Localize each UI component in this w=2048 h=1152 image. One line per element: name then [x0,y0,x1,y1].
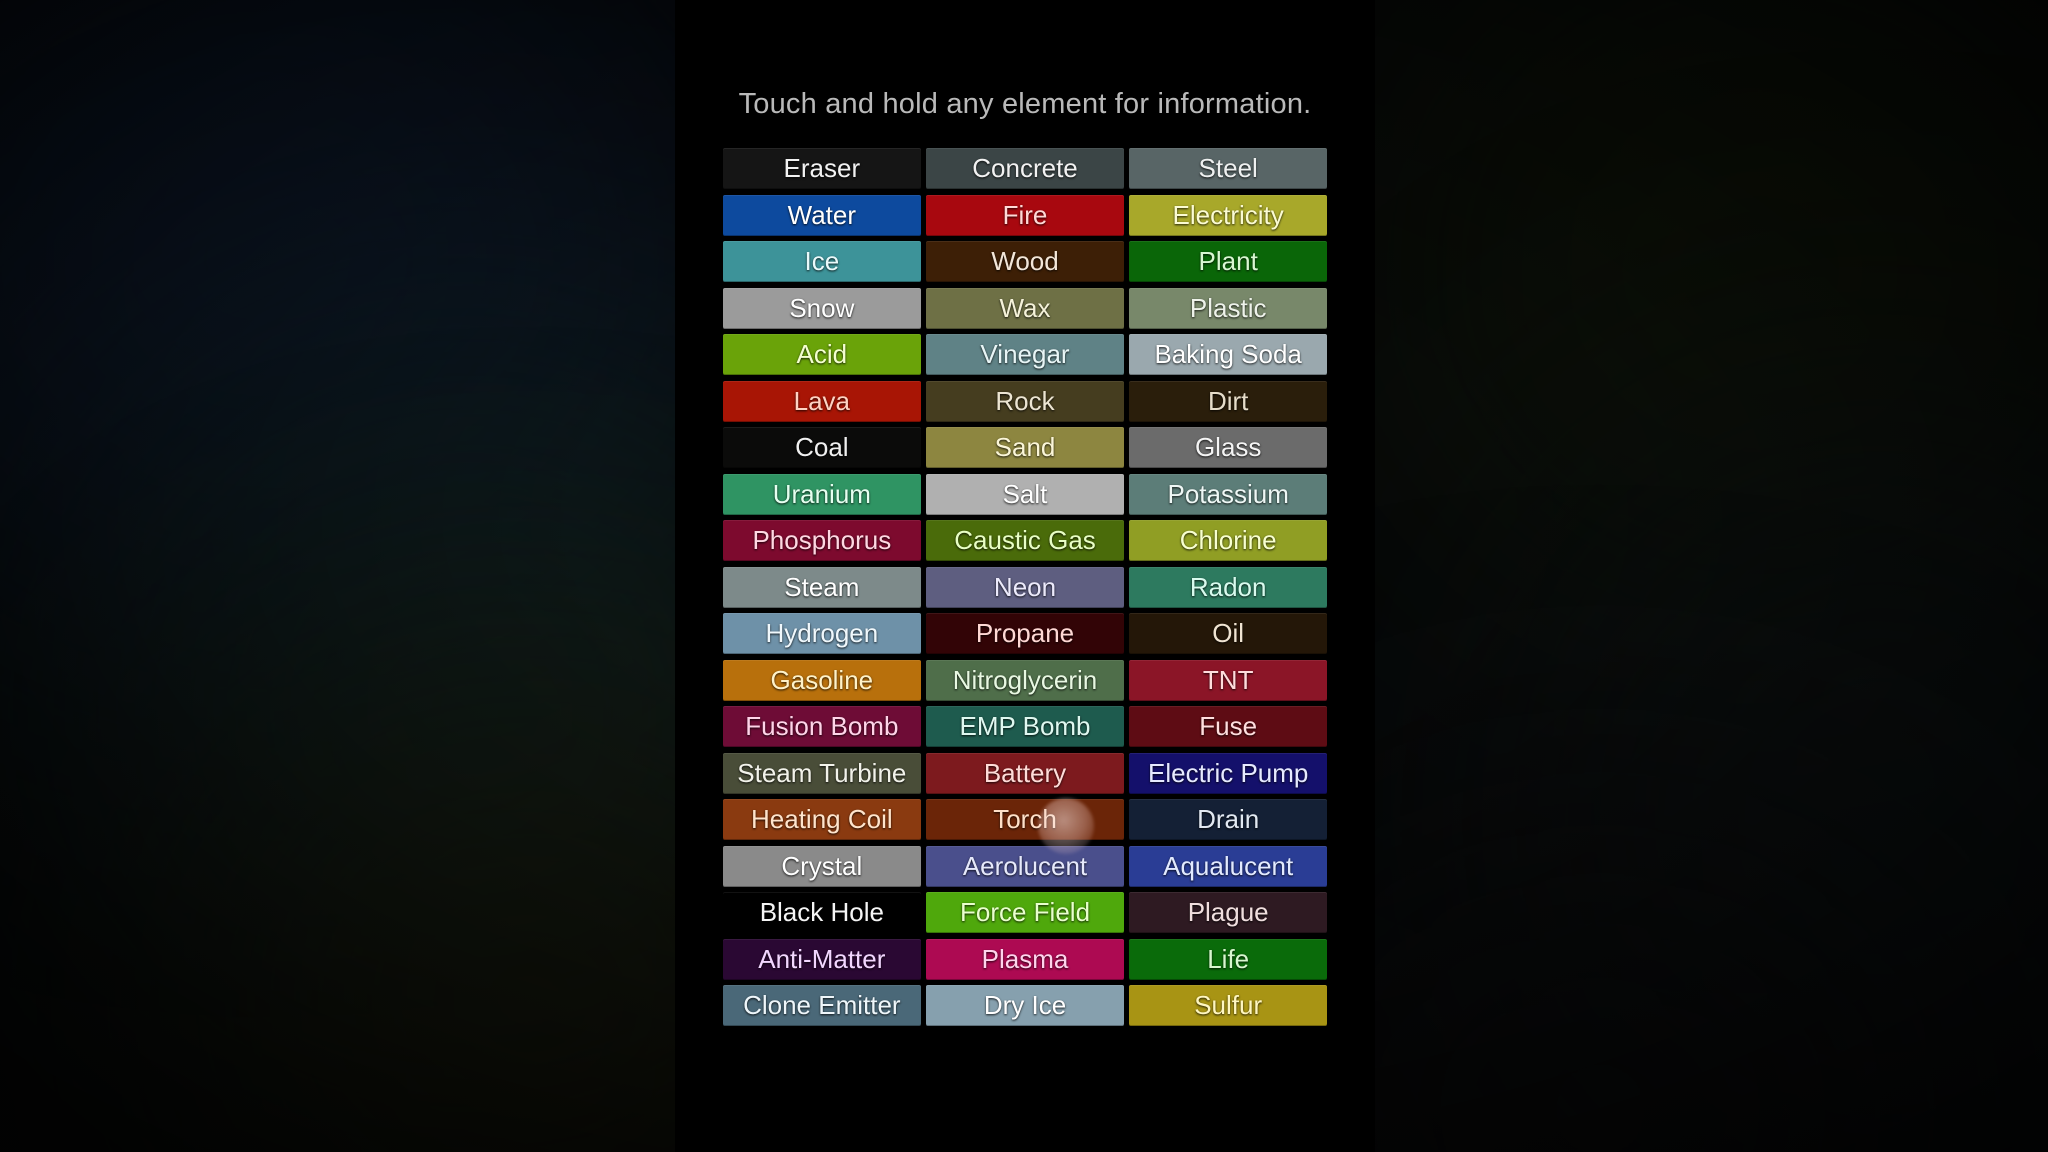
element-row: Coal Sand Glass [723,427,1328,468]
element-row: Clone Emitter Dry Ice Sulfur [723,985,1328,1026]
element-button[interactable]: Water [723,194,921,236]
element-button[interactable]: Drain [1129,799,1328,840]
element-row: Phosphorus Caustic Gas Chlorine [723,520,1328,561]
element-button[interactable]: Torch [926,799,1124,840]
element-button[interactable]: Propane [926,613,1124,654]
element-grid: Eraser Concrete Steel Water Fire Electricity I… [723,148,1328,1026]
element-button[interactable]: Electricity [1129,194,1328,236]
element-row: Hydrogen Propane Oil [723,613,1328,654]
element-button[interactable]: Baking Soda [1129,334,1328,375]
element-row: Crystal Aerolucent Aqualucent [723,845,1328,887]
panel-left-edge [675,0,677,1152]
element-row: Ice Wood Plant [723,241,1328,282]
element-row: Anti-Matter Plasma Life [723,938,1328,980]
element-button[interactable]: Steam Turbine [723,752,921,794]
element-button[interactable]: Fusion Bomb [723,706,921,747]
element-button[interactable]: Life [1129,938,1328,980]
element-button[interactable]: Black Hole [723,892,921,933]
element-button[interactable]: Aerolucent [926,845,1124,887]
element-button[interactable]: Plastic [1129,287,1328,329]
element-button[interactable]: Clone Emitter [723,985,921,1026]
element-button[interactable]: Lava [723,380,921,422]
element-button[interactable]: Ice [723,241,921,282]
element-button[interactable]: Sand [926,427,1124,468]
element-button[interactable]: Neon [926,566,1124,608]
element-button[interactable]: Fire [926,194,1124,236]
element-button[interactable]: Radon [1129,566,1328,608]
element-button[interactable]: Potassium [1129,473,1328,515]
element-button[interactable]: Phosphorus [723,520,921,561]
element-button[interactable]: Fuse [1129,706,1328,747]
element-button[interactable]: Coal [723,427,921,468]
element-button[interactable]: Acid [723,334,921,375]
element-button[interactable]: Uranium [723,473,921,515]
element-button[interactable]: TNT [1129,659,1328,701]
element-row: Steam Neon Radon [723,566,1328,608]
app-screen: Touch and hold any element for informati… [0,0,2048,1152]
element-button[interactable]: Oil [1129,613,1328,654]
element-row: Snow Wax Plastic [723,287,1328,329]
element-button[interactable]: Vinegar [926,334,1124,375]
element-button[interactable]: Steel [1129,148,1328,189]
element-row: Gasoline Nitroglycerin TNT [723,659,1328,701]
element-row: Steam Turbine Battery Electric Pump [723,752,1328,794]
element-row: Water Fire Electricity [723,194,1328,236]
element-button[interactable]: Glass [1129,427,1328,468]
element-button[interactable]: Plague [1129,892,1328,933]
element-button[interactable]: Salt [926,473,1124,515]
element-row: Uranium Salt Potassium [723,473,1328,515]
element-button[interactable]: Anti-Matter [723,938,921,980]
element-button[interactable]: Wax [926,287,1124,329]
element-button[interactable]: Chlorine [1129,520,1328,561]
element-button[interactable]: Eraser [723,148,921,189]
element-button[interactable]: Wood [926,241,1124,282]
element-button[interactable]: Sulfur [1129,985,1328,1026]
element-button[interactable]: Heating Coil [723,799,921,840]
element-button[interactable]: Rock [926,380,1124,422]
element-button[interactable]: Dry Ice [926,985,1124,1026]
element-button[interactable]: EMP Bomb [926,706,1124,747]
element-button[interactable]: Plasma [926,938,1124,980]
element-button[interactable]: Concrete [926,148,1124,189]
element-button[interactable]: Plant [1129,241,1328,282]
element-row: Lava Rock Dirt [723,380,1328,422]
instruction-hint: Touch and hold any element for informati… [738,88,1312,120]
element-button[interactable]: Battery [926,752,1124,794]
element-button[interactable]: Snow [723,287,921,329]
element-button[interactable]: Hydrogen [723,613,921,654]
element-button[interactable]: Electric Pump [1129,752,1328,794]
element-button[interactable]: Crystal [723,845,921,887]
element-row: Fusion Bomb EMP Bomb Fuse [723,706,1328,747]
element-row: Acid Vinegar Baking Soda [723,334,1328,375]
element-button[interactable]: Caustic Gas [926,520,1124,561]
element-button[interactable]: Force Field [926,892,1124,933]
element-button[interactable]: Aqualucent [1129,845,1328,887]
element-button[interactable]: Steam [723,566,921,608]
element-row: Eraser Concrete Steel [723,148,1328,189]
element-row: Heating Coil Torch Drain [723,799,1328,840]
element-button[interactable]: Dirt [1129,380,1328,422]
element-button[interactable]: Nitroglycerin [926,659,1124,701]
element-picker-panel: Touch and hold any element for informati… [675,0,1375,1152]
element-button[interactable]: Gasoline [723,659,921,701]
element-row: Black Hole Force Field Plague [723,892,1328,933]
